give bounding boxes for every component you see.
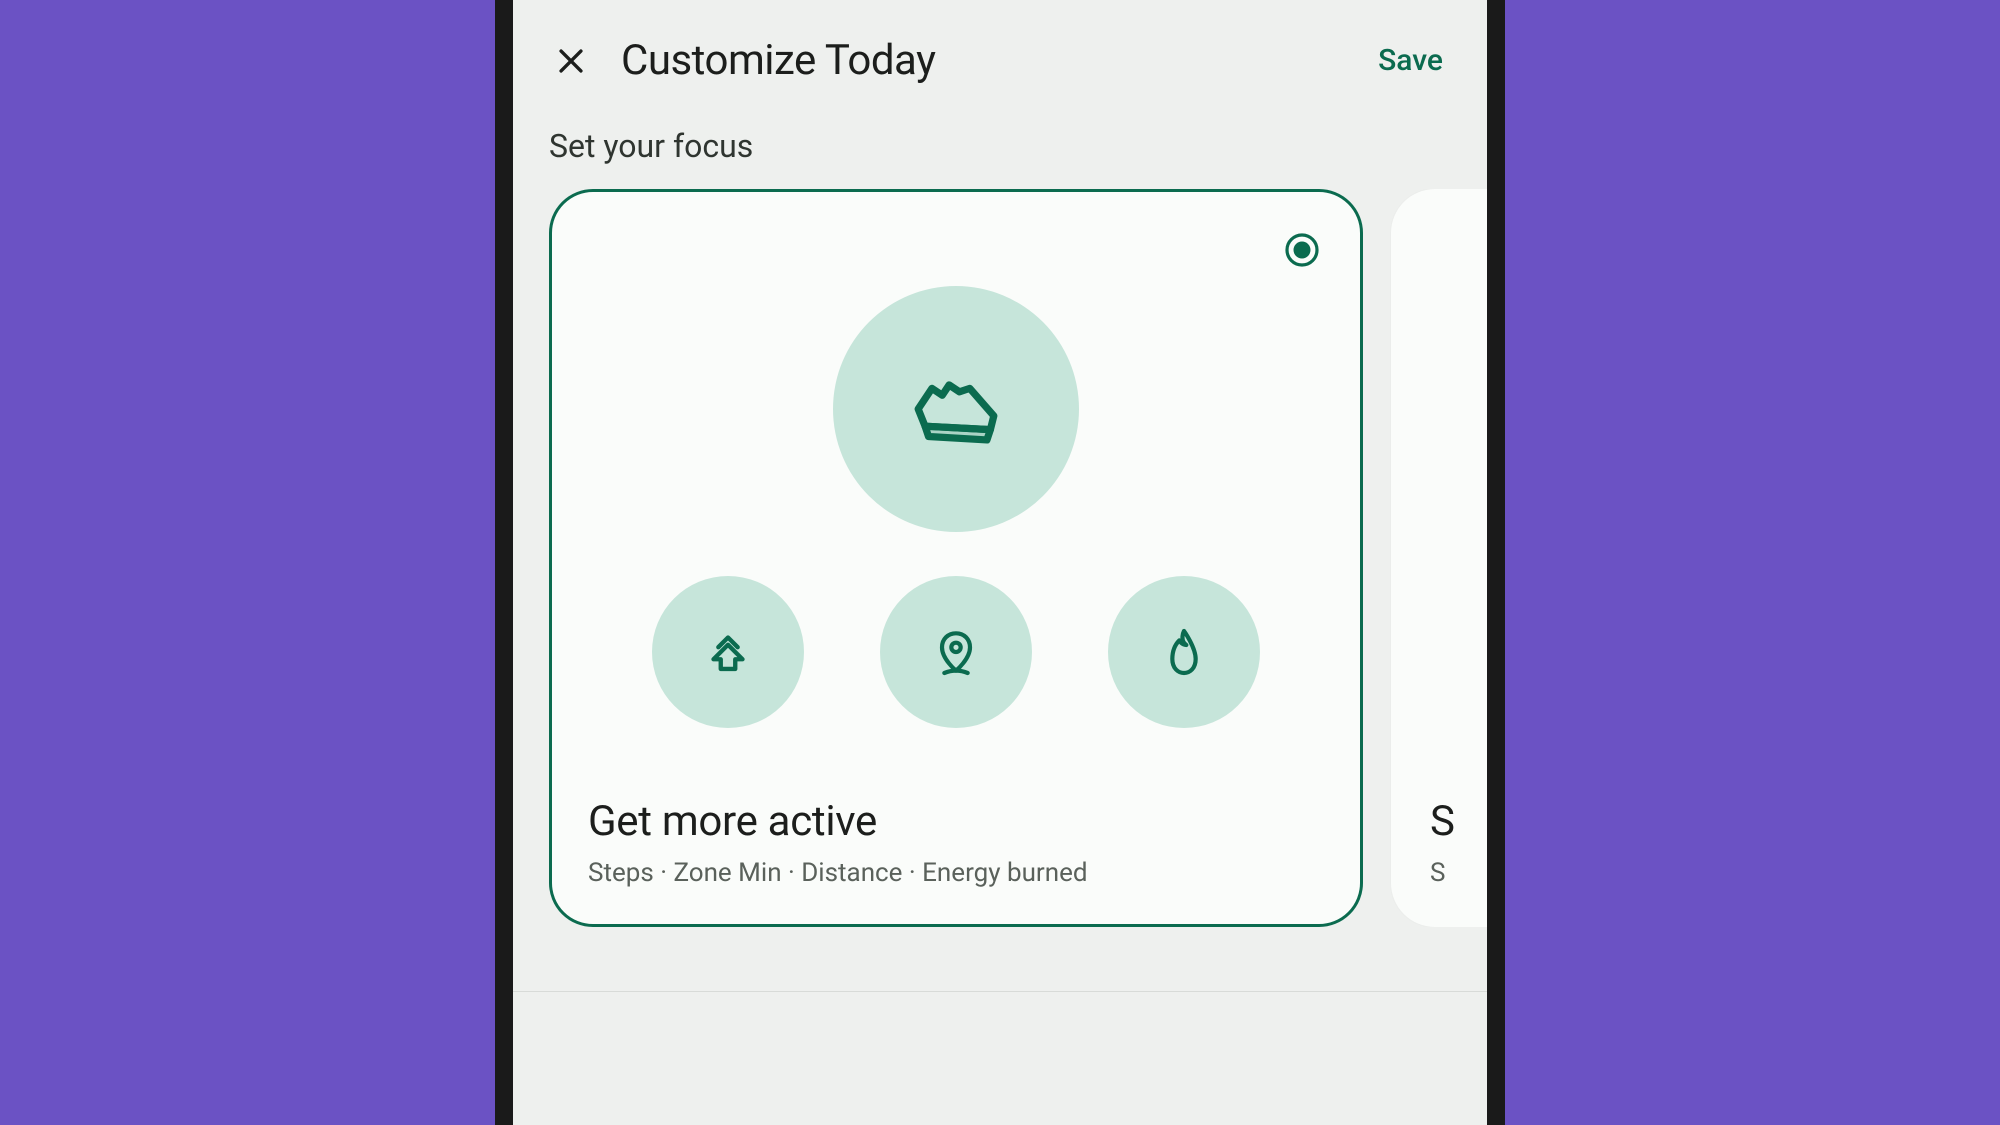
close-button[interactable] [549,39,593,83]
section-label: Set your focus [513,105,1487,189]
flame-icon [1156,624,1212,680]
focus-card-next[interactable]: S S [1391,189,1487,927]
location-pin-icon [928,624,984,680]
save-button[interactable]: Save [1370,37,1451,84]
close-icon [554,44,588,78]
focus-cards-row[interactable]: Get more active Steps · Zone Min · Dista… [513,189,1487,927]
shoe-icon [901,354,1011,464]
main-metric-icon-bg [833,286,1079,532]
sub-metric-zone [652,576,804,728]
card-title: S [1430,797,1487,846]
radio-selected-icon [1284,232,1320,268]
radio-selected[interactable] [1284,232,1320,268]
section-divider [513,991,1487,992]
phone-frame: Customize Today Save Set your focus [495,0,1505,1125]
sub-metric-energy [1108,576,1260,728]
card-title: Get more active [588,797,1324,846]
header: Customize Today Save [513,0,1487,105]
stage: Customize Today Save Set your focus [0,0,2000,1125]
arrows-up-icon [699,623,757,681]
page-title: Customize Today [621,36,1342,85]
sub-metric-distance [880,576,1032,728]
card-icon-grid [588,228,1324,785]
card-subtitle: Steps · Zone Min · Distance · Energy bur… [588,858,1324,888]
phone-screen: Customize Today Save Set your focus [513,0,1487,1125]
card-icon-grid [1430,228,1487,785]
focus-card-get-active[interactable]: Get more active Steps · Zone Min · Dista… [549,189,1363,927]
card-subtitle: S [1430,858,1487,888]
sub-metrics-row [652,576,1260,728]
